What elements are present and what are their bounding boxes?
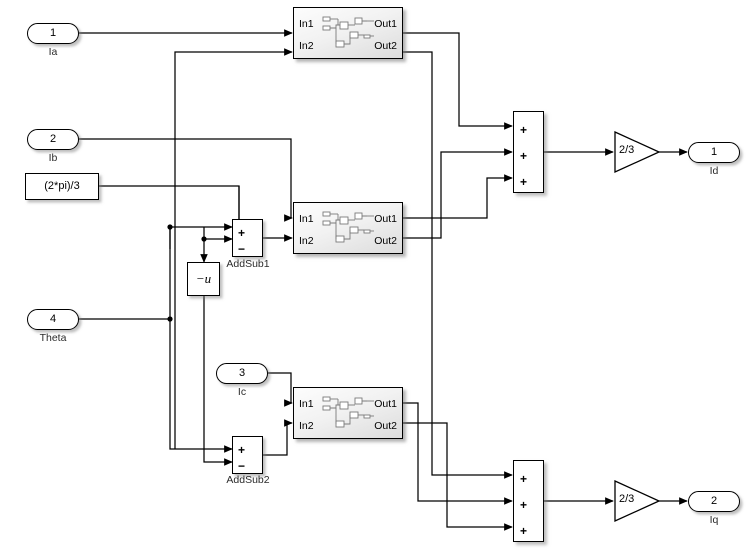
- sum-id-sign-2: +: [520, 149, 528, 163]
- simulink-canvas[interactable]: 1 Ia 2 Ib 3 Ic 4 Theta (2*pi)/3 In1 In2 …: [0, 0, 754, 558]
- inport-ic-number: 3: [238, 367, 246, 379]
- addsub1-label: AddSub1: [226, 258, 270, 270]
- subsystem-phase-a-in1: In1: [299, 18, 314, 30]
- sum-id-sign-1: +: [520, 123, 528, 137]
- gain-two-thirds-iq-expression: 2/3: [619, 493, 635, 505]
- subsystem-phase-a-out2: Out2: [374, 40, 397, 52]
- inport-theta-number: 4: [49, 313, 57, 325]
- inport-ib-number: 2: [49, 133, 57, 145]
- sum-iq[interactable]: + + +: [513, 460, 544, 542]
- gain-two-thirds-id-expression: 2/3: [619, 144, 635, 156]
- outport-id[interactable]: 1: [688, 142, 740, 163]
- addsub1[interactable]: + −: [232, 219, 263, 257]
- subsystem-phase-b-in1: In1: [299, 213, 314, 225]
- addsub1-sign-minus: −: [238, 242, 246, 256]
- outport-iq-label: Iq: [709, 514, 719, 526]
- gain-two-thirds-id[interactable]: 2/3: [613, 130, 661, 174]
- subsystem-phase-b-out2: Out2: [374, 235, 397, 247]
- subsystem-phase-b-out1: Out1: [374, 213, 397, 225]
- outport-id-label: Id: [709, 165, 719, 177]
- inport-ic-label: Ic: [237, 386, 247, 398]
- subsystem-phase-c-out2: Out2: [374, 420, 397, 432]
- sum-id-sign-3: +: [520, 175, 528, 189]
- sum-iq-sign-1: +: [520, 472, 528, 486]
- inport-ib[interactable]: 2: [27, 129, 79, 150]
- inport-theta-label: Theta: [39, 332, 67, 344]
- subsystem-phase-c-out1: Out1: [374, 398, 397, 410]
- constant-block-2pi-over-3[interactable]: (2*pi)/3: [25, 173, 99, 200]
- subsystem-phase-a[interactable]: In1 In2 Out1 Out2: [293, 7, 403, 59]
- subsystem-preview-icon: [322, 16, 374, 48]
- signal-lines: [79, 29, 688, 531]
- addsub1-sign-plus: +: [238, 226, 246, 240]
- addsub2-label: AddSub2: [226, 474, 270, 486]
- inport-theta[interactable]: 4: [27, 309, 79, 330]
- outport-iq[interactable]: 2: [688, 491, 740, 512]
- inport-ib-label: Ib: [48, 152, 58, 164]
- subsystem-phase-b-in2: In2: [299, 235, 314, 247]
- outport-id-number: 1: [710, 146, 718, 158]
- gain-negate[interactable]: −u: [187, 262, 220, 296]
- subsystem-phase-c[interactable]: In1 In2 Out1 Out2: [293, 387, 403, 439]
- constant-value: (2*pi)/3: [44, 180, 80, 192]
- outport-iq-number: 2: [710, 495, 718, 507]
- subsystem-phase-a-in2: In2: [299, 40, 314, 52]
- gain-two-thirds-iq[interactable]: 2/3: [613, 479, 661, 523]
- subsystem-phase-c-in1: In1: [299, 398, 314, 410]
- inport-ia[interactable]: 1: [27, 23, 79, 44]
- sum-iq-sign-2: +: [520, 498, 528, 512]
- inport-ic[interactable]: 3: [216, 363, 268, 384]
- addsub2[interactable]: + −: [232, 436, 263, 474]
- addsub2-sign-plus: +: [238, 443, 246, 457]
- addsub2-sign-minus: −: [238, 459, 246, 473]
- subsystem-phase-a-out1: Out1: [374, 18, 397, 30]
- subsystem-preview-icon: [322, 211, 374, 243]
- subsystem-preview-icon: [322, 396, 374, 428]
- subsystem-phase-c-in2: In2: [299, 420, 314, 432]
- inport-ia-number: 1: [49, 27, 57, 39]
- sum-iq-sign-3: +: [520, 524, 528, 538]
- subsystem-phase-b[interactable]: In1 In2 Out1 Out2: [293, 202, 403, 254]
- inport-ia-label: Ia: [48, 46, 58, 58]
- sum-id[interactable]: + + +: [513, 111, 544, 193]
- gain-negate-expression: −u: [195, 271, 212, 286]
